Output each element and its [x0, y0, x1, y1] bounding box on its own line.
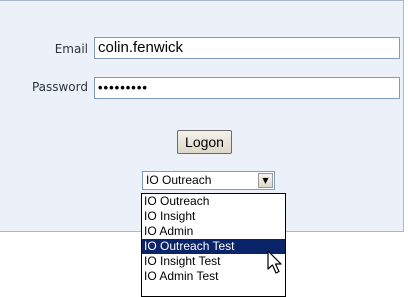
dropdown-option[interactable]: IO Insight: [142, 209, 285, 224]
app-select-dropdown-list[interactable]: IO Outreach IO Insight IO Admin IO Outre…: [141, 193, 286, 297]
app-select[interactable]: IO Outreach ▼: [142, 171, 275, 190]
chevron-down-icon[interactable]: ▼: [258, 173, 273, 188]
dropdown-option[interactable]: IO Outreach: [142, 194, 285, 209]
password-label: Password: [31, 80, 88, 94]
mouse-pointer-icon: [267, 250, 282, 274]
logon-button[interactable]: Logon: [177, 130, 232, 154]
dropdown-option-highlighted[interactable]: IO Outreach Test: [142, 239, 285, 254]
dropdown-option[interactable]: IO Admin Test: [142, 269, 285, 284]
email-field[interactable]: colin.fenwick: [94, 37, 400, 59]
password-field[interactable]: •••••••••: [94, 77, 400, 99]
dropdown-option[interactable]: IO Admin: [142, 224, 285, 239]
dropdown-option[interactable]: IO Insight Test: [142, 254, 285, 269]
app-select-value: IO Outreach: [146, 173, 212, 187]
email-label: Email: [54, 42, 88, 56]
